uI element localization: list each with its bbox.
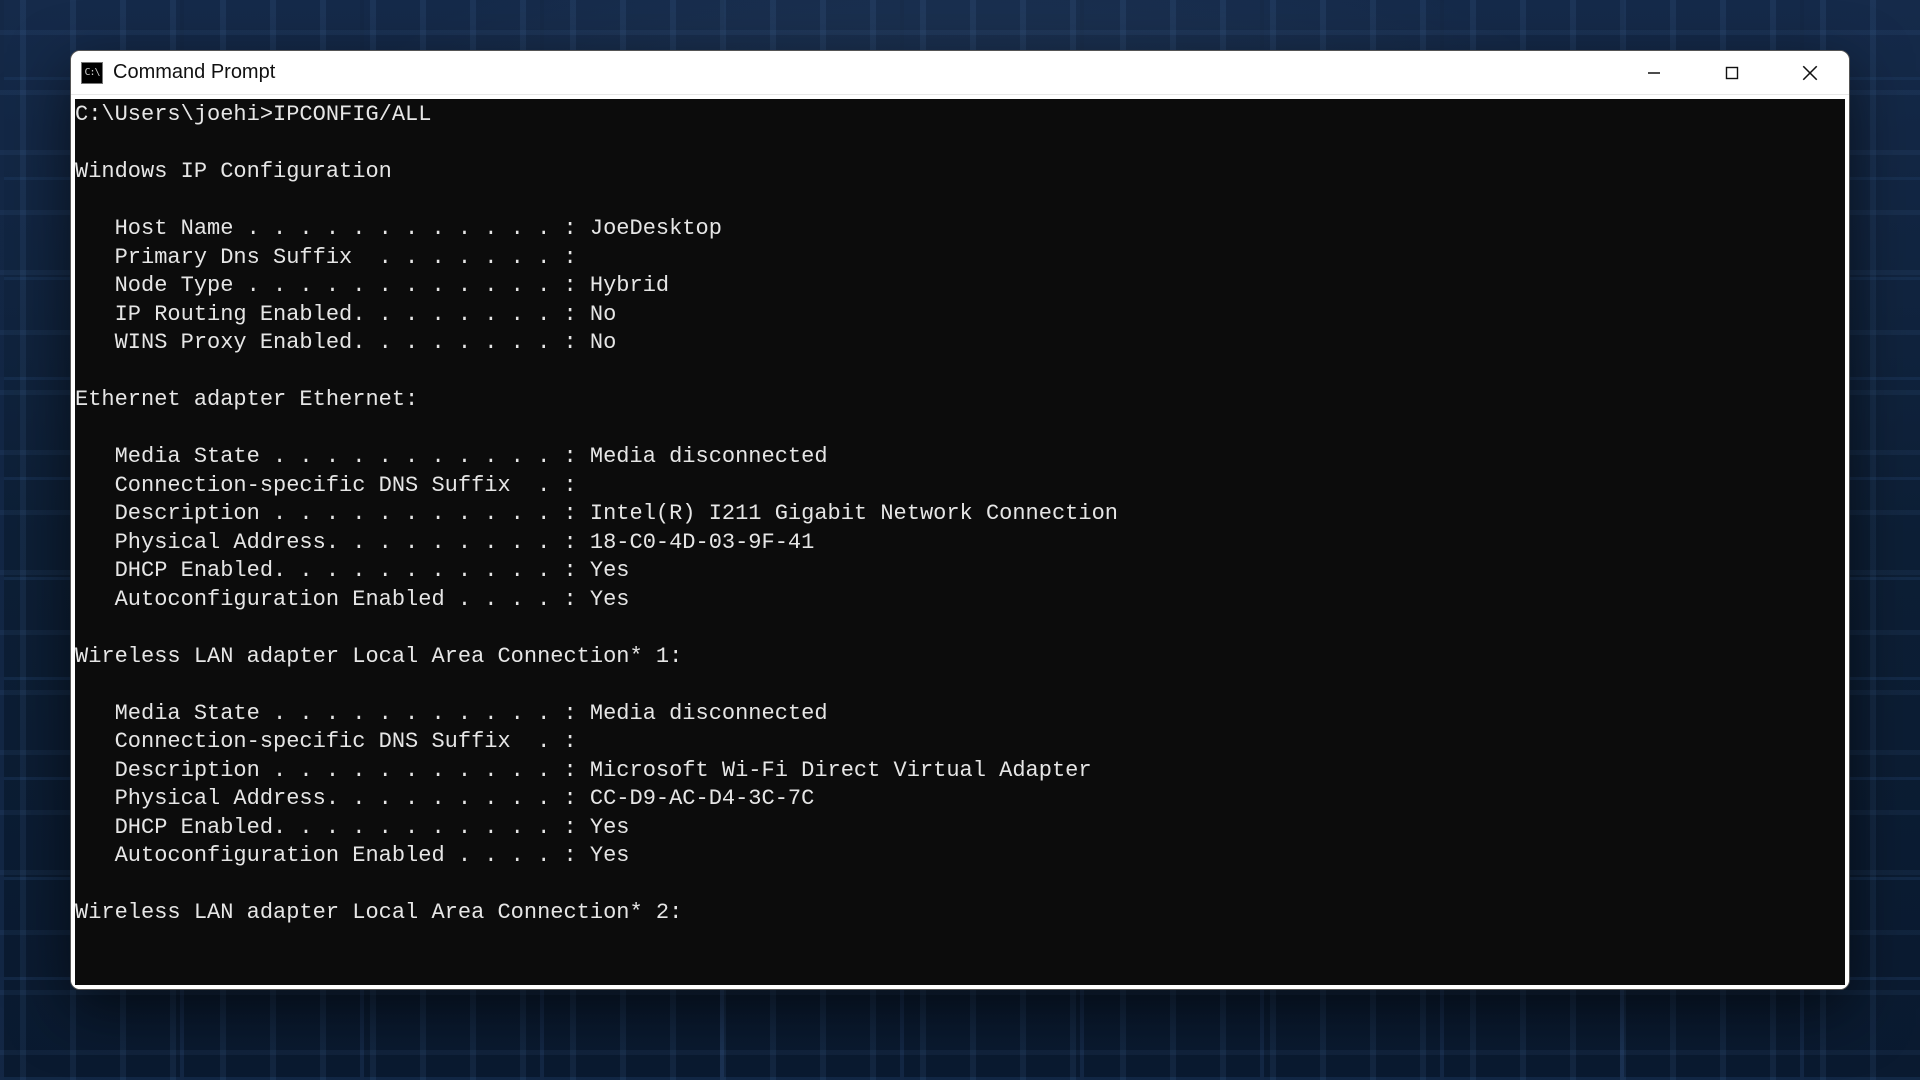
command-prompt-window: C:\ Command Prompt C:\Users\joehi>IPCONF… bbox=[70, 50, 1850, 990]
cmd-icon: C:\ bbox=[81, 62, 103, 84]
titlebar[interactable]: C:\ Command Prompt bbox=[71, 51, 1849, 95]
close-button[interactable] bbox=[1771, 51, 1849, 94]
client-area: C:\Users\joehi>IPCONFIG/ALL Windows IP C… bbox=[71, 95, 1849, 989]
window-controls bbox=[1615, 51, 1849, 94]
terminal-output[interactable]: C:\Users\joehi>IPCONFIG/ALL Windows IP C… bbox=[75, 99, 1845, 985]
maximize-button[interactable] bbox=[1693, 51, 1771, 94]
minimize-icon bbox=[1646, 65, 1662, 81]
minimize-button[interactable] bbox=[1615, 51, 1693, 94]
maximize-icon bbox=[1724, 65, 1740, 81]
window-title: Command Prompt bbox=[113, 61, 275, 84]
close-icon bbox=[1801, 64, 1819, 82]
